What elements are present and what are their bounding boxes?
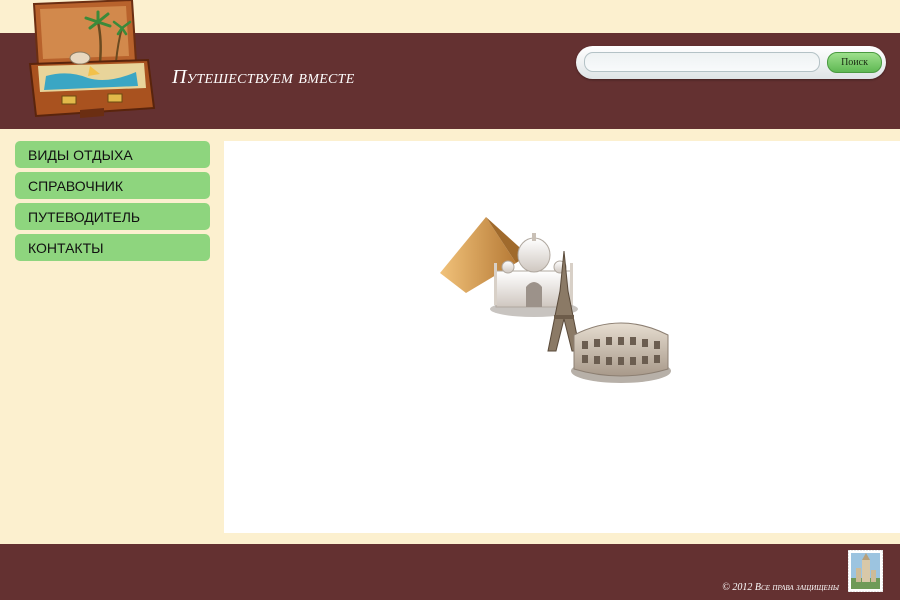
- search-button[interactable]: Поиск: [827, 52, 882, 73]
- copyright-text: © 2012 Все права защищены: [722, 582, 839, 593]
- sidebar-nav: Виды отдыха Справочник Путеводитель Конт…: [15, 141, 210, 265]
- postage-stamp-icon: [848, 550, 883, 592]
- sidebar-item-contacts[interactable]: Контакты: [15, 234, 210, 261]
- sidebar-item-guide[interactable]: Путеводитель: [15, 203, 210, 230]
- main-content: [224, 141, 900, 533]
- search-box: Поиск: [576, 46, 886, 79]
- search-input[interactable]: [584, 52, 820, 72]
- suitcase-beach-icon: [28, 0, 156, 118]
- sidebar-item-reference[interactable]: Справочник: [15, 172, 210, 199]
- world-landmarks-icon: [440, 217, 671, 383]
- sidebar-item-leisure-types[interactable]: Виды отдыха: [15, 141, 210, 168]
- header-bar: Путешествуем вместе Поиск: [0, 0, 900, 129]
- footer-bar: © 2012 Все права защищены: [0, 544, 900, 600]
- site-title: Путешествуем вместе: [172, 66, 355, 88]
